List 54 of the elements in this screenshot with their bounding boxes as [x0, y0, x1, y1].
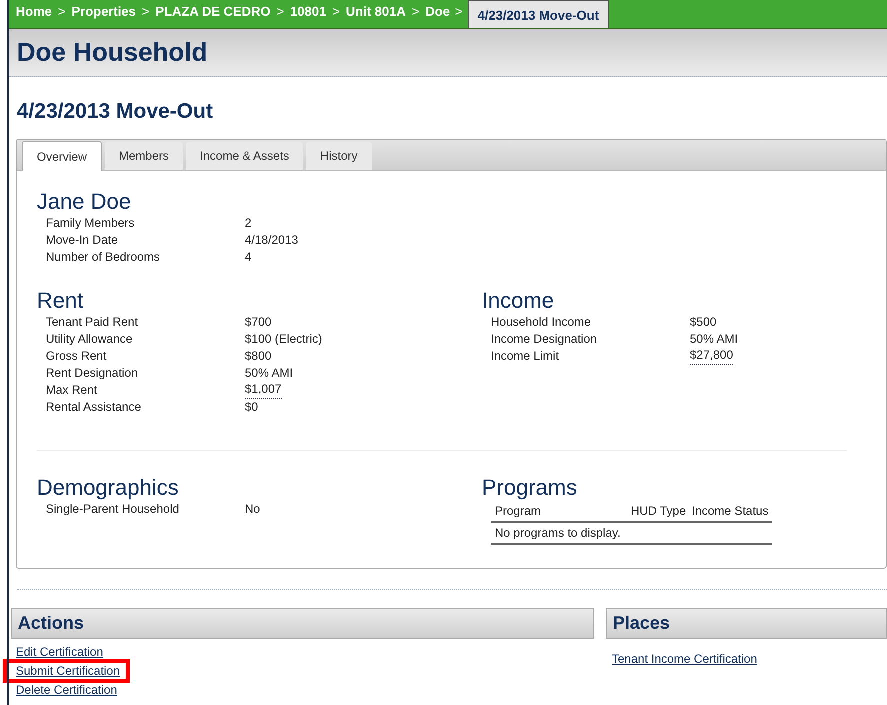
field-value[interactable]: $27,800: [690, 348, 734, 365]
column-header: Program: [495, 503, 542, 520]
field-value: $100 (Electric): [245, 331, 322, 348]
breadcrumb-separator: >: [58, 2, 66, 20]
tab[interactable]: Income & Assets: [186, 142, 304, 170]
field-value: 4: [245, 249, 252, 266]
tab[interactable]: Members: [105, 142, 184, 170]
field-label: Rent Designation: [46, 365, 140, 382]
breadcrumb-separator: >: [276, 2, 284, 20]
section-heading: Jane Doe: [37, 189, 132, 215]
field-value[interactable]: $1,007: [245, 382, 282, 399]
tab[interactable]: Overview: [22, 141, 102, 171]
field-label: Utility Allowance: [46, 331, 134, 348]
field-label: Single-Parent Household: [46, 501, 180, 518]
section-title: Actions: [18, 612, 84, 635]
field-label: Family Members: [46, 215, 136, 232]
tab[interactable]: History: [306, 142, 372, 170]
page-title: 4/23/2013 Move-Out: [17, 99, 214, 125]
field-value: $0: [245, 399, 258, 416]
empty-message: No programs to display.: [495, 525, 621, 542]
place-link[interactable]: Tenant Income Certification: [612, 652, 758, 666]
section-heading: Income: [482, 288, 554, 314]
field-label: Max Rent: [46, 382, 98, 399]
household-title: Doe Household: [17, 36, 208, 69]
field-value: $700: [245, 314, 272, 331]
field-value: 2: [245, 215, 252, 232]
field-value: 4/18/2013: [245, 232, 298, 249]
column-header: HUD Type: [631, 503, 688, 520]
field-value: 50% AMI: [690, 331, 738, 348]
column-header: Income Status: [692, 503, 769, 520]
action-link[interactable]: Edit Certification: [16, 645, 104, 659]
section-heading: Programs: [482, 475, 578, 501]
field-value: No: [245, 501, 260, 518]
field-label: Income Designation: [491, 331, 598, 348]
field-label: Number of Bedrooms: [46, 249, 162, 266]
breadcrumb-separator: >: [455, 2, 463, 20]
breadcrumb-current: 4/23/2013 Move-Out: [468, 0, 610, 28]
field-label: Tenant Paid Rent: [46, 314, 140, 331]
breadcrumb-separator: >: [142, 2, 150, 20]
section-heading: Demographics: [37, 475, 179, 501]
field-label: Gross Rent: [46, 348, 108, 365]
field-label: Income Limit: [491, 348, 560, 365]
field-label: Rental Assistance: [46, 399, 142, 416]
breadcrumb-separator: >: [332, 2, 340, 20]
action-link[interactable]: Submit Certification: [16, 664, 120, 678]
field-value: $500: [690, 314, 717, 331]
field-label: Household Income: [491, 314, 592, 331]
action-link[interactable]: Delete Certification: [16, 683, 118, 697]
breadcrumb-separator: >: [412, 2, 420, 20]
field-label: Move-In Date: [46, 232, 120, 249]
field-value: 50% AMI: [245, 365, 294, 382]
field-value: $800: [245, 348, 272, 365]
section-title: Places: [613, 612, 670, 635]
section-heading: Rent: [37, 288, 84, 314]
